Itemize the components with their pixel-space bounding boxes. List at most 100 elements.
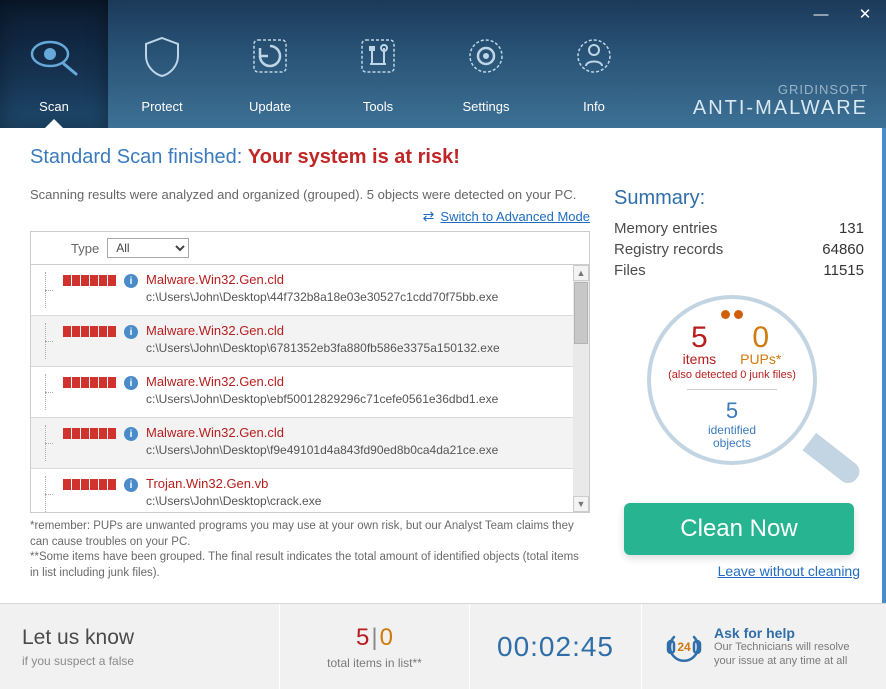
brand-bottom: ANTI-MALWARE [693, 97, 868, 120]
threat-name: Trojan.Win32.Gen.vb [146, 476, 565, 491]
switch-mode-row: ⇄ Switch to Advanced Mode [30, 208, 590, 225]
totals-subtitle: total items in list** [327, 656, 422, 670]
threat-name: Malware.Win32.Gen.cld [146, 272, 565, 287]
summary-registry-value: 64860 [822, 241, 864, 258]
support-24-icon: 24 [664, 627, 704, 667]
threat-row[interactable]: i Malware.Win32.Gen.cld c:\Users\John\De… [31, 316, 573, 367]
threat-path: c:\Users\John\Desktop\ebf50012829296c71c… [146, 392, 565, 406]
top-toolbar: — ✕ Scan Protect Update Tools [0, 0, 886, 128]
footnote-grouped: **Some items have been grouped. The fina… [30, 550, 590, 581]
identified-count: 5 [726, 398, 738, 424]
nav-scan-label: Scan [39, 99, 69, 114]
threat-list: i Malware.Win32.Gen.cld c:\Users\John\De… [30, 265, 590, 513]
analysis-summary-text: Scanning results were analyzed and organ… [30, 187, 590, 202]
footnote-pups: *remember: PUPs are unwanted programs yo… [30, 519, 590, 550]
scrollbar-thumb[interactable] [574, 282, 588, 344]
nav-tools[interactable]: Tools [324, 0, 432, 128]
scan-status-prefix: Standard Scan finished: [30, 146, 248, 168]
nav-tools-label: Tools [363, 99, 393, 114]
tools-icon [356, 34, 400, 81]
pups-label: PUPs* [740, 351, 781, 367]
type-filter-label: Type [71, 241, 99, 256]
feedback-subtitle: if you suspect a false [22, 654, 257, 668]
ask-for-help-section[interactable]: 24 Ask for help Our Technicians will res… [642, 604, 886, 689]
summary-title: Summary: [614, 187, 864, 210]
threat-path: c:\Users\John\Desktop\6781352eb3fa880fb5… [146, 341, 565, 355]
threat-path: c:\Users\John\Desktop\44f732b8a18e03e305… [146, 290, 565, 304]
nav-settings[interactable]: Settings [432, 0, 540, 128]
identified-label-1: identified [708, 423, 756, 437]
identified-label-2: objects [713, 436, 751, 450]
severity-bars-icon [63, 326, 116, 337]
minimize-button[interactable]: — [800, 0, 842, 28]
tree-connector-icon [43, 425, 55, 461]
info-icon[interactable]: i [124, 478, 138, 492]
main-panel: Standard Scan finished: Your system is a… [0, 128, 886, 603]
threat-path: c:\Users\John\Desktop\crack.exe [146, 494, 565, 508]
tree-connector-icon [43, 374, 55, 410]
scrollbar-up-icon[interactable]: ▲ [573, 265, 589, 281]
help-subtitle: Our Technicians will resolve your issue … [714, 641, 864, 667]
totals-separator: | [369, 624, 379, 651]
results-column: Scanning results were analyzed and organ… [30, 187, 590, 581]
summary-files-value: 11515 [823, 262, 864, 279]
scrollbar-down-icon[interactable]: ▼ [573, 496, 589, 512]
threat-row[interactable]: i Malware.Win32.Gen.cld c:\Users\John\De… [31, 265, 573, 316]
threat-name: Malware.Win32.Gen.cld [146, 374, 565, 389]
severity-bars-icon [63, 275, 116, 286]
threat-row[interactable]: i Malware.Win32.Gen.cld c:\Users\John\De… [31, 418, 573, 469]
tree-connector-icon [43, 323, 55, 359]
severity-bars-icon [63, 479, 116, 490]
info-icon[interactable]: i [124, 427, 138, 441]
threat-path: c:\Users\John\Desktop\f9e49101d4a843fd90… [146, 443, 565, 457]
svg-text:24: 24 [677, 640, 691, 654]
summary-files-label: Files [614, 262, 646, 279]
threat-row[interactable]: i Trojan.Win32.Gen.vb c:\Users\John\Desk… [31, 469, 573, 512]
threat-name: Malware.Win32.Gen.cld [146, 425, 565, 440]
threat-name: Malware.Win32.Gen.cld [146, 323, 565, 338]
tree-connector-icon [43, 476, 55, 512]
magnifier-handle-icon [803, 433, 864, 487]
right-edge-accent [882, 128, 886, 603]
nav-scan[interactable]: Scan [0, 0, 108, 128]
leave-without-cleaning-link[interactable]: Leave without cleaning [614, 563, 864, 579]
nav-settings-label: Settings [463, 99, 510, 114]
nav-update-label: Update [249, 99, 291, 114]
tree-connector-icon [43, 272, 55, 308]
feedback-section[interactable]: Let us know if you suspect a false [0, 604, 280, 689]
elapsed-time-value: 00:02:45 [497, 631, 614, 663]
scan-status-risk: Your system is at risk! [248, 146, 460, 168]
nav-protect[interactable]: Protect [108, 0, 216, 128]
threat-list-scrollbar[interactable]: ▲ ▼ [573, 265, 589, 512]
totals-red: 5 [356, 624, 369, 651]
info-icon [572, 34, 616, 81]
severity-bars-icon [63, 428, 116, 439]
summary-column: Summary: Memory entries 131 Registry rec… [614, 187, 864, 579]
shield-icon [140, 34, 184, 81]
type-filter-select[interactable]: All [107, 238, 189, 258]
scan-icon [26, 34, 82, 81]
info-icon[interactable]: i [124, 376, 138, 390]
scan-status-heading: Standard Scan finished: Your system is a… [30, 146, 864, 169]
elapsed-time-section: 00:02:45 [470, 604, 642, 689]
window-controls: — ✕ [800, 0, 886, 30]
switch-advanced-mode-link[interactable]: Switch to Advanced Mode [440, 209, 590, 224]
brand-top: GRIDINSOFT [693, 82, 868, 97]
summary-registry-label: Registry records [614, 241, 723, 258]
clean-now-button[interactable]: Clean Now [624, 503, 854, 555]
items-label: items [683, 351, 716, 367]
nav-info[interactable]: Info [540, 0, 648, 128]
totals-section: 5|0 total items in list** [280, 604, 470, 689]
threat-row[interactable]: i Malware.Win32.Gen.cld c:\Users\John\De… [31, 367, 573, 418]
summary-memory-value: 131 [839, 220, 864, 237]
also-detected-text: (also detected 0 junk files) [668, 369, 796, 381]
summary-memory-row: Memory entries 131 [614, 218, 864, 239]
summary-magnifier-graphic: 5 items 0 PUPs* (also detected 0 junk fi… [629, 289, 849, 499]
status-bar: Let us know if you suspect a false 5|0 t… [0, 603, 886, 689]
nav-update[interactable]: Update [216, 0, 324, 128]
info-icon[interactable]: i [124, 274, 138, 288]
info-icon[interactable]: i [124, 325, 138, 339]
switch-mode-icon: ⇄ [423, 208, 435, 225]
close-button[interactable]: ✕ [844, 0, 886, 28]
footnotes: *remember: PUPs are unwanted programs yo… [30, 519, 590, 581]
